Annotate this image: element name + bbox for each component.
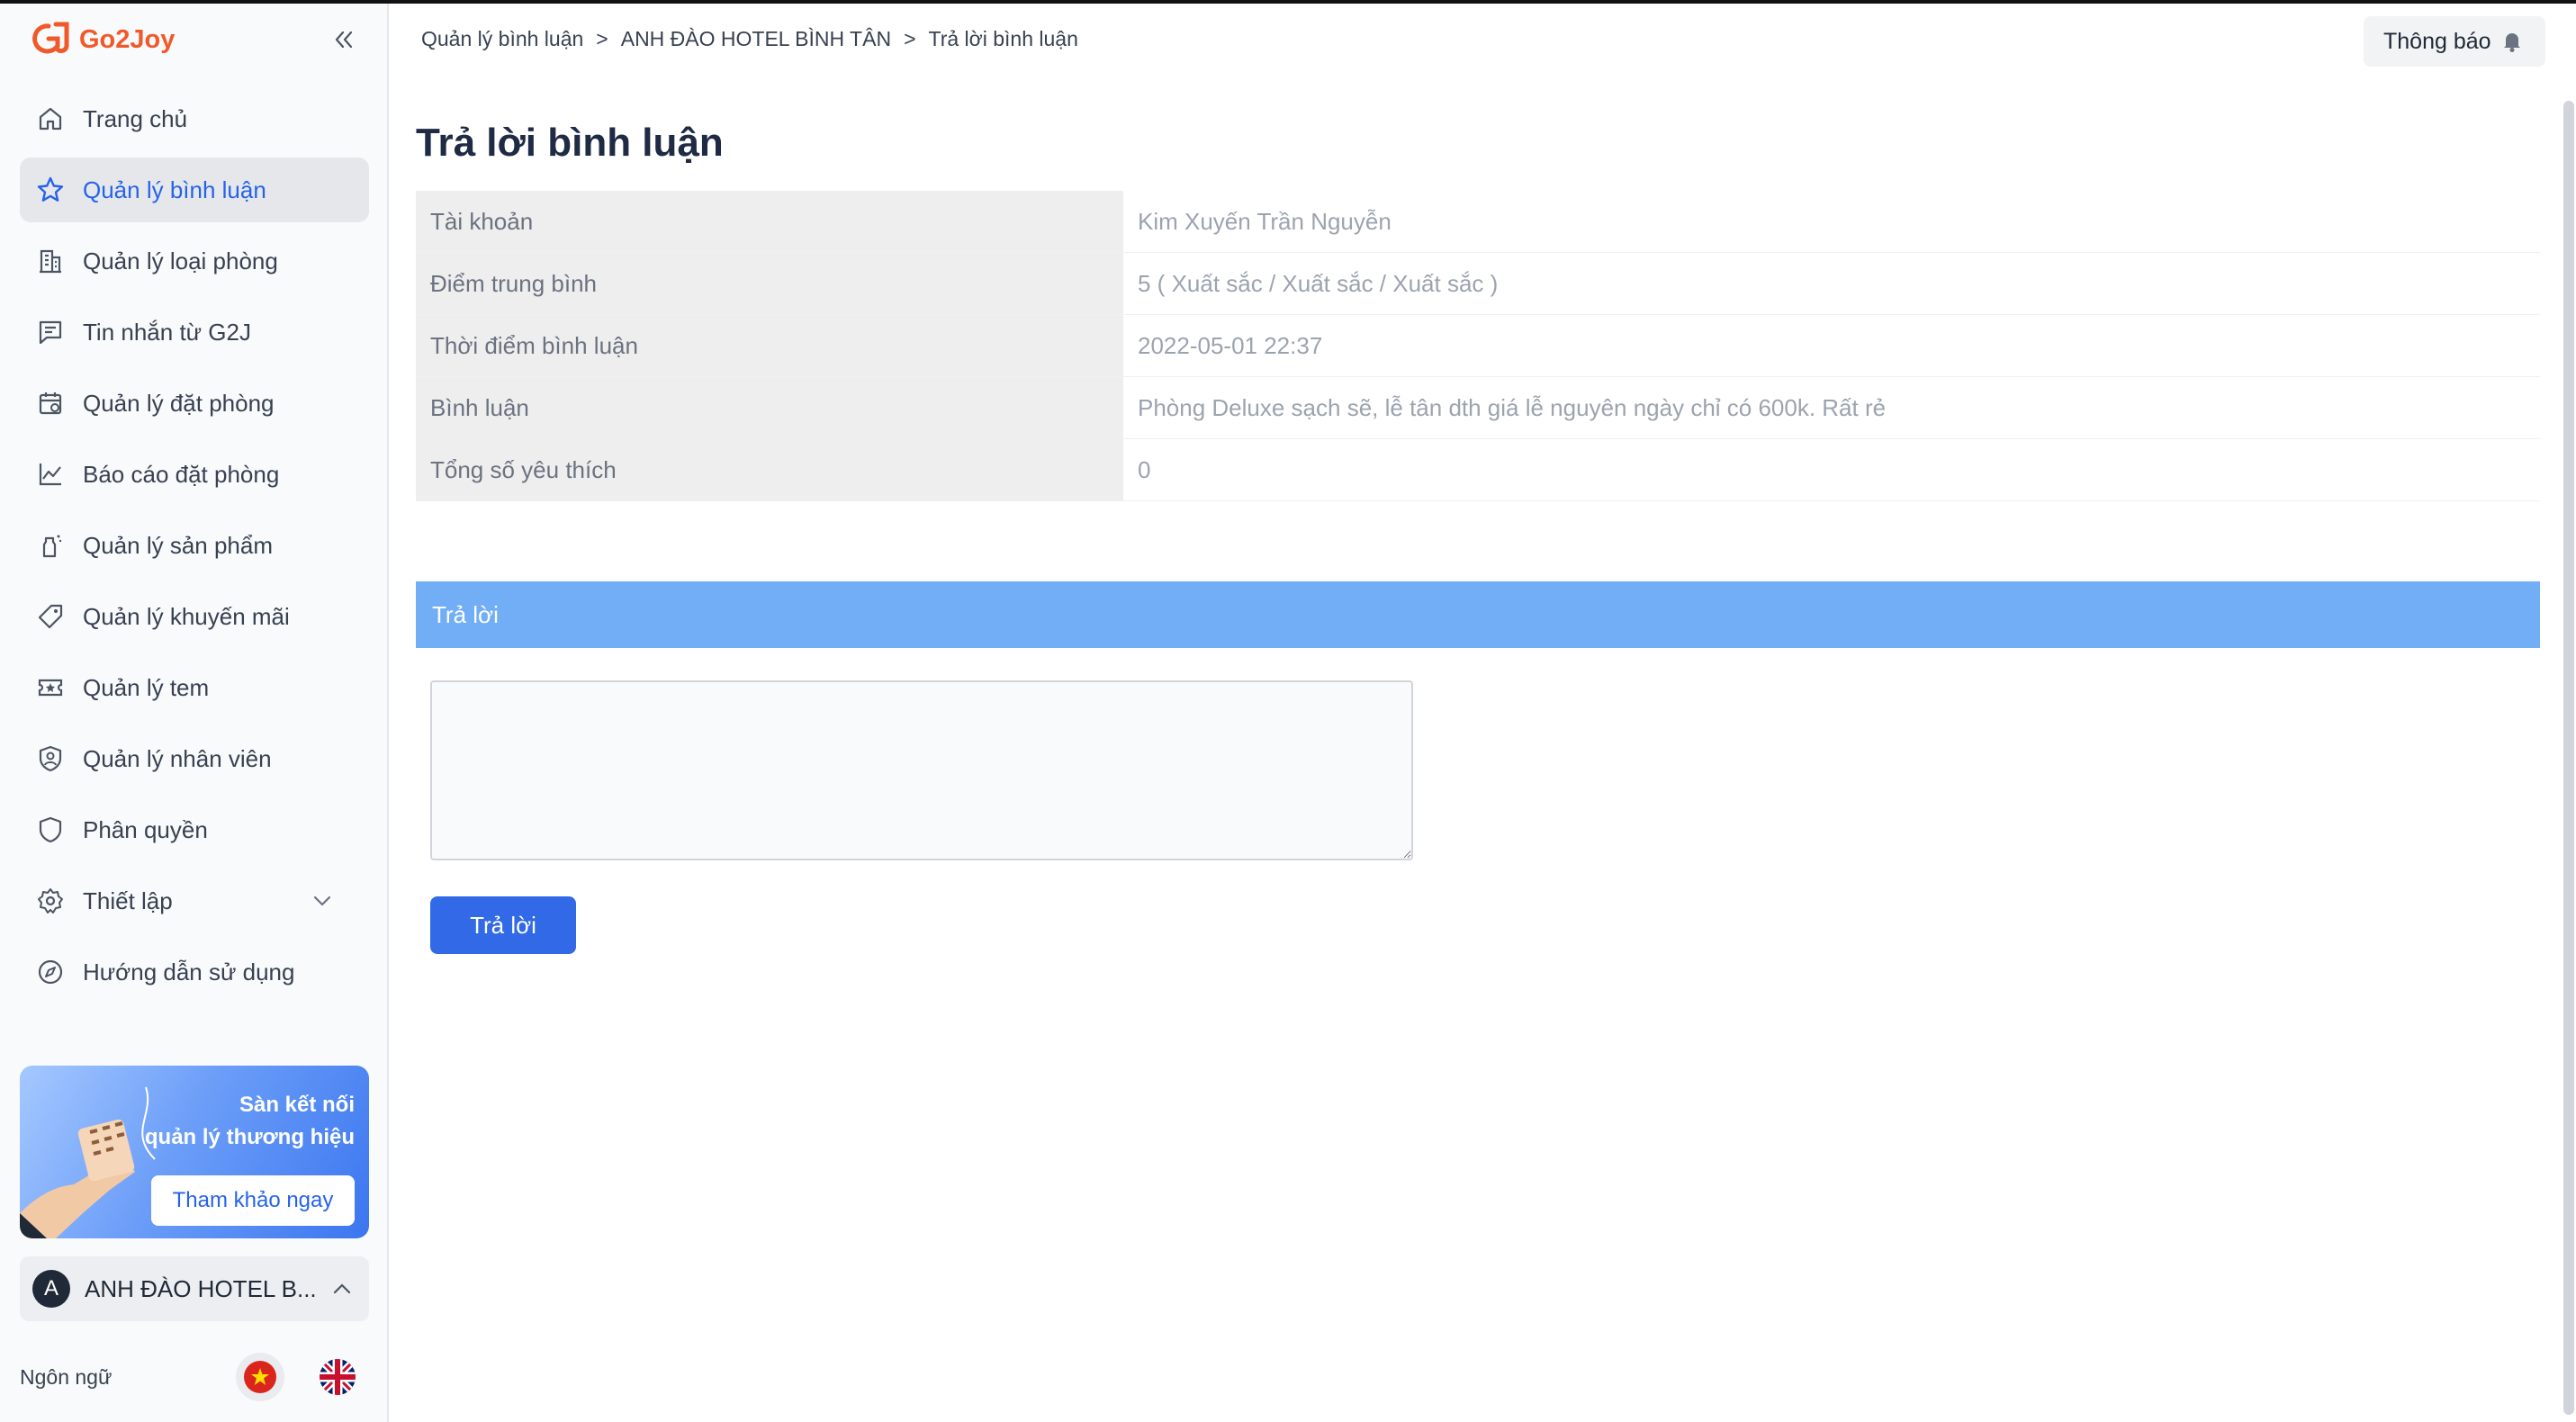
sidebar: Go2Joy Trang chủ Quản lý bình luận Quản … [0,4,389,1422]
chevron-down-icon [313,896,331,906]
detail-key: Tài khoản [416,191,1123,252]
brand-name: Go2Joy [79,24,176,54]
promo-text: Sàn kết nối quản lý thương hiệu [145,1089,355,1154]
breadcrumb: Quản lý bình luận > ANH ĐÀO HOTEL BÌNH T… [421,27,1078,51]
breadcrumb-item-comments[interactable]: Quản lý bình luận [421,27,583,51]
notifications-label: Thông báo [2383,28,2491,54]
detail-value: Kim Xuyến Trần Nguyễn [1138,207,1392,235]
gear-icon [34,885,67,917]
tag-icon [34,600,67,633]
table-row: Bình luận Phòng Deluxe sạch sẽ, lễ tân d… [416,377,2540,439]
sidebar-item-label: Tin nhắn từ G2J [83,318,251,346]
table-row: Tài khoản Kim Xuyến Trần Nguyễn [416,191,2540,253]
main-content: Quản lý bình luận > ANH ĐÀO HOTEL BÌNH T… [391,4,2576,1422]
table-row: Thời điểm bình luận 2022-05-01 22:37 [416,315,2540,377]
sidebar-item-comments[interactable]: Quản lý bình luận [20,158,369,222]
compass-icon [34,956,67,988]
detail-value: 0 [1138,455,1151,483]
hotel-selector[interactable]: A ANH ĐÀO HOTEL B... [20,1256,369,1321]
reply-submit-button[interactable]: Trả lời [430,896,576,954]
shield-icon [34,814,67,846]
ticket-icon [34,671,67,704]
collapse-sidebar-button[interactable] [326,22,362,58]
double-chevron-left-icon [335,31,353,49]
chart-line-icon [34,458,67,490]
promo-banner[interactable]: Sàn kết nối quản lý thương hiệu Tham khả… [20,1066,369,1238]
sidebar-item-messages[interactable]: Tin nhắn từ G2J [20,300,369,364]
user-shield-icon [34,742,67,775]
sidebar-nav: Trang chủ Quản lý bình luận Quản lý loại… [20,86,369,1011]
brand[interactable]: Go2Joy [31,18,175,61]
sidebar-item-settings[interactable]: Thiết lập [20,868,369,933]
sidebar-item-label: Quản lý đặt phòng [83,389,275,417]
sidebar-item-label: Hướng dẫn sử dụng [83,958,295,986]
breadcrumb-item-hotel[interactable]: ANH ĐÀO HOTEL BÌNH TÂN [621,27,891,51]
uk-flag-icon[interactable] [313,1353,362,1401]
star-icon [34,174,67,206]
reply-section-header: Trả lời [416,581,2540,648]
hotel-name: ANH ĐÀO HOTEL B... [85,1274,317,1302]
table-row: Điểm trung bình 5 ( Xuất sắc / Xuất sắc … [416,253,2540,315]
sidebar-item-label: Phân quyền [83,815,208,843]
detail-value: 2022-05-01 22:37 [1138,331,1323,359]
detail-key: Thời điểm bình luận [416,315,1123,376]
building-icon [34,245,67,277]
sidebar-item-label: Quản lý loại phòng [83,247,278,274]
sidebar-item-bookings[interactable]: Quản lý đặt phòng [20,371,369,436]
vietnam-flag-icon[interactable] [236,1353,284,1401]
bell-icon [2503,33,2520,52]
sidebar-item-label: Quản lý bình luận [83,176,266,203]
promo-line-1: Sàn kết nối [239,1093,355,1117]
sidebar-item-user-guide[interactable]: Hướng dẫn sử dụng [20,940,369,1004]
notifications-button[interactable]: Thông báo [2364,16,2545,67]
sidebar-item-label: Trang chủ [83,104,188,132]
promo-learn-more-button[interactable]: Tham khảo ngay [151,1175,355,1226]
sidebar-item-permissions[interactable]: Phân quyền [20,797,369,862]
scrollbar[interactable] [2563,101,2574,1415]
sidebar-item-label: Quản lý khuyến mãi [83,602,290,630]
reply-textarea[interactable] [430,680,1413,860]
breadcrumb-separator: > [596,27,608,50]
sidebar-item-staff[interactable]: Quản lý nhân viên [20,726,369,791]
language-label: Ngôn ngữ [20,1364,113,1389]
detail-key: Bình luận [416,377,1123,438]
sidebar-item-promotions[interactable]: Quản lý khuyến mãi [20,584,369,649]
comment-details-table: Tài khoản Kim Xuyến Trần Nguyễn Điểm tru… [416,191,2540,501]
promo-line-2: quản lý thương hiệu [144,1125,355,1149]
sidebar-item-label: Quản lý nhân viên [83,744,272,772]
detail-key: Điểm trung bình [416,253,1123,314]
table-row: Tổng số yêu thích 0 [416,439,2540,501]
detail-value: 5 ( Xuất sắc / Xuất sắc / Xuất sắc ) [1138,269,1499,297]
breadcrumb-separator: > [904,27,916,50]
sidebar-item-booking-reports[interactable]: Báo cáo đặt phòng [20,442,369,507]
bottle-icon [34,529,67,562]
language-switcher: Ngôn ngữ [20,1348,369,1406]
sidebar-item-products[interactable]: Quản lý sản phẩm [20,513,369,578]
go2joy-logo-icon [32,22,69,54]
home-icon [34,103,67,135]
sidebar-item-room-types[interactable]: Quản lý loại phòng [20,229,369,293]
breadcrumb-item-current: Trả lời bình luận [928,27,1078,50]
sidebar-item-stamps[interactable]: Quản lý tem [20,655,369,720]
chevron-up-icon [333,1283,351,1294]
calendar-icon [34,387,67,419]
sidebar-item-home[interactable]: Trang chủ [20,86,369,151]
hotel-avatar: A [32,1270,70,1308]
sidebar-item-label: Quản lý sản phẩm [83,531,274,559]
sidebar-item-label: Báo cáo đặt phòng [83,460,280,488]
detail-value: Phòng Deluxe sạch sẽ, lễ tân dth giá lễ … [1138,393,1887,421]
detail-key: Tổng số yêu thích [416,439,1123,500]
page-title: Trả lời bình luận [416,121,724,165]
sidebar-item-label: Thiết lập [83,886,173,914]
sidebar-item-label: Quản lý tem [83,673,210,701]
message-icon [34,316,67,348]
